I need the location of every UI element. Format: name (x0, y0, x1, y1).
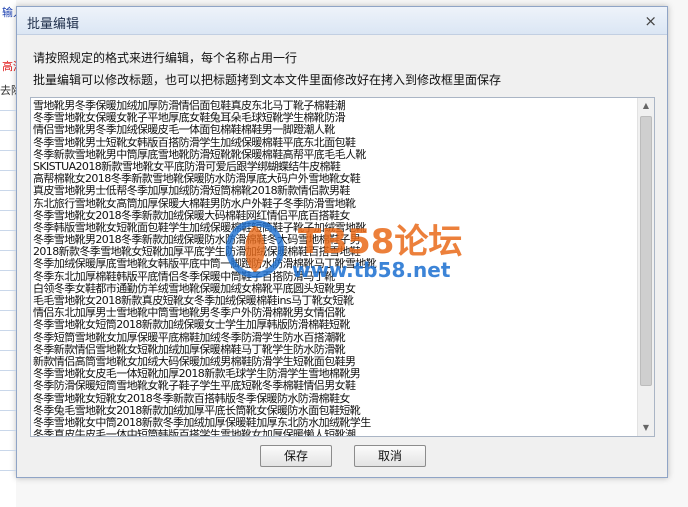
background-row-divider (0, 430, 16, 431)
textarea-line: 冬季雪地靴女保暖女靴子平地厚底女鞋兔耳朵毛球短靴学生棉靴防滑 (33, 112, 346, 125)
textarea-line: 冬季东北加厚棉鞋韩版平底情侣冬季保暖中筒鞋子百搭防滑马丁靴 (33, 270, 335, 283)
textarea-line: 新款情侣高筒雪地靴女加绒大码保暖加绒男棉鞋防滑学生短靴面包鞋男 (33, 355, 356, 368)
dialog-titlebar: 批量编辑 × (17, 7, 667, 35)
textarea-line: 东北旅行雪地靴女高筒加厚保暖大棉鞋男防水户外鞋子冬季防滑雪地靴 (33, 197, 356, 210)
batch-edit-textarea[interactable]: 雪地靴男冬季保暖加绒加厚防滑情侣面包鞋真皮东北马丁靴子棉鞋潮 冬季雪地靴女保暖女靴… (30, 97, 655, 437)
dialog-title: 批量编辑 (27, 17, 80, 32)
textarea-line: 冬季兔毛雪地靴女2018新款加绒加厚平底长筒靴女保暖防水面包鞋短靴 (33, 404, 361, 417)
background-row-divider (0, 450, 16, 451)
cancel-button[interactable]: 取消 (354, 445, 426, 467)
textarea-content[interactable]: 雪地靴男冬季保暖加绒加厚防滑情侣面包鞋真皮东北马丁靴子棉鞋潮 冬季雪地靴女保暖女靴… (33, 100, 635, 437)
scroll-up-arrow-icon[interactable]: ▲ (638, 98, 654, 114)
textarea-line: 情侣东北加厚男士雪地靴中筒雪地靴男冬季户外防滑棉靴男女情侣靴 (33, 307, 346, 320)
background-row-divider (0, 470, 16, 471)
background-row-divider (0, 190, 16, 191)
background-row-divider (0, 410, 16, 411)
textarea-line: 冬季真皮牛皮毛一体中短筒韩版百搭学生雪地靴女加厚保暖懒人短靴潮 (33, 429, 356, 437)
background-row-divider (0, 370, 16, 371)
background-row-divider (0, 250, 16, 251)
textarea-line: 情侣雪地靴男冬季加绒保暖皮毛一体面包棉鞋棉鞋男一脚蹬潮人靴 (33, 124, 335, 137)
instruction-line-1: 请按照规定的格式来进行编辑，每个名称占用一行 (33, 51, 298, 65)
background-row-divider (0, 330, 16, 331)
textarea-line: 冬季雪地靴女短靴女2018冬季新款百搭韩版冬季保暖防水防滑棉鞋女 (33, 392, 350, 405)
textarea-line: 毛毛雪地靴女2018新款真皮短靴女冬季加绒保暖棉鞋ins马丁靴女短靴 (33, 295, 354, 307)
textarea-line: 冬季防滑保暖短筒雪地靴女靴子鞋子学生平底短靴冬季棉鞋情侣男女鞋 (33, 380, 356, 393)
background-row-divider (0, 350, 16, 351)
textarea-line: 冬季加绒保暖厚底雪地靴女韩版平底中筒一脚蹬防水防滑棉靴马丁靴雪地靴 (33, 258, 377, 271)
textarea-line: 冬季新款情侣雪地靴女短靴加绒加厚保暖棉鞋马丁靴学生防水防滑靴 (33, 343, 346, 356)
textarea-line: 白领冬季女鞋都市通勤仿羊绒雪地靴保暖加绒女棉靴平底圆头短靴男女 (33, 282, 356, 295)
background-row-divider (0, 150, 16, 151)
textarea-line: 冬季雪地靴女2018冬季新款加绒保暖大码棉鞋网红情侣平底百搭鞋女 (33, 209, 350, 222)
textarea-line: 冬季雪地靴女短筒2018新款加绒保暖女士学生加厚韩版防滑棉鞋短靴 (33, 319, 350, 332)
background-row-divider (0, 270, 16, 271)
textarea-line: 冬季雪地靴女皮毛一体短靴加厚2018新款毛球学生防滑学生雪地棉靴男 (33, 368, 361, 381)
background-row-divider (0, 130, 16, 131)
textarea-line: 冬季韩版雪地靴女短靴面包鞋学生加绒保暖棉鞋短筒鞋子靴子加绒雪地靴 (33, 221, 366, 234)
textarea-line: 高帮棉靴女2018冬季新款雪地靴保暖防水防滑厚底大码户外雪地靴女鞋 (33, 173, 361, 186)
textarea-line: 2018新款冬季雪地靴女短靴加厚平底学生防滑加绒保暖棉鞋百搭雪地鞋 (33, 246, 361, 259)
scroll-down-arrow-icon[interactable]: ▼ (638, 420, 654, 436)
textarea-line: 冬季雪地靴女中筒2018新款冬季加绒加厚保暖鞋加厚东北防水加绒靴学生 (33, 416, 371, 429)
background-row-divider (0, 310, 16, 311)
textarea-line: 冬季雪地靴男士短靴女韩版百搭防滑学生加绒保暖棉鞋平底东北面包鞋 (33, 136, 356, 149)
background-row-divider (0, 230, 16, 231)
textarea-line: 冬季雪地靴男2018冬季新款加绒保暖防水防滑棉鞋冬大码雪地棉鞋子男 (33, 234, 361, 247)
textarea-line: 冬季新款雪地靴男中筒厚底雪地靴防滑短靴靴保暖棉鞋高帮平底毛毛人靴 (33, 148, 366, 161)
background-row-divider (0, 210, 16, 211)
background-row-divider (0, 390, 16, 391)
textarea-line: 冬季短筒雪地靴女加厚保暖平底棉鞋加绒冬季防滑学生防水百搭潮靴 (33, 331, 346, 344)
textarea-line: 雪地靴男冬季保暖加绒加厚防滑情侣面包鞋真皮东北马丁靴子棉鞋潮 (33, 100, 346, 112)
instruction-line-2: 批量编辑可以修改标题，也可以把标题拷到文本文件里面修改好在拷入到修改框里面保存 (33, 73, 502, 87)
vertical-scrollbar[interactable]: ▲ ▼ (637, 98, 654, 436)
textarea-line: 真皮雪地靴男士低帮冬季加厚加绒防滑短筒棉靴2018新款情侣款男鞋 (33, 185, 350, 198)
textarea-line: SKISTUA2018新款雪地靴女平底防滑可爱后跟学绑蝴蝶结牛皮棉鞋 (33, 160, 341, 173)
background-row-divider (0, 290, 16, 291)
background-row-divider (0, 170, 16, 171)
background-row-divider (0, 110, 16, 111)
close-icon[interactable]: × (644, 12, 657, 30)
scrollbar-thumb[interactable] (640, 116, 652, 386)
batch-edit-dialog: 批量编辑 × 请按照规定的格式来进行编辑，每个名称占用一行 批量编辑可以修改标题… (16, 6, 668, 478)
save-button[interactable]: 保存 (260, 445, 332, 467)
